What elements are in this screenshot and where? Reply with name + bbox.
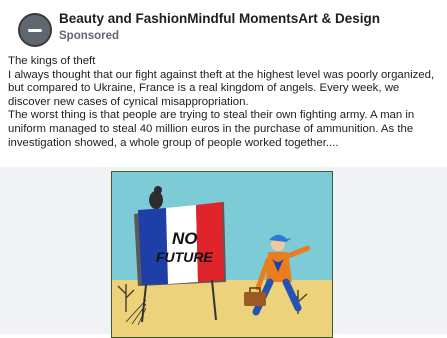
flag-red-stripe [196,202,224,282]
sponsored-post: Beauty and FashionMindful MomentsArt & D… [0,0,447,338]
post-text-paragraph-2: The worst thing is that people are tryin… [8,109,415,149]
cartoon-image[interactable]: NO FUTURE [111,171,333,338]
post-text-title: The kings of theft [8,55,96,67]
page-avatar[interactable] [18,13,52,47]
post-text: The kings of theft I always thought that… [8,55,440,150]
flag-blue-stripe [138,208,168,285]
sponsored-label[interactable]: Sponsored [59,30,119,42]
post-text-paragraph-1: I always thought that our fight against … [8,68,435,108]
sign-text-future: FUTURE [156,249,213,265]
post-header: Beauty and FashionMindful MomentsArt & D… [18,8,438,48]
cartoon-illustration: NO FUTURE [112,172,332,337]
page-name-link[interactable]: Beauty and FashionMindful MomentsArt & D… [59,11,380,26]
crow-head [154,186,162,194]
post-media[interactable]: NO FUTURE [0,167,447,338]
briefcase [244,292,266,306]
sign-text-no: NO [172,229,198,248]
crow [149,191,163,209]
minus-circle-icon [28,29,42,32]
